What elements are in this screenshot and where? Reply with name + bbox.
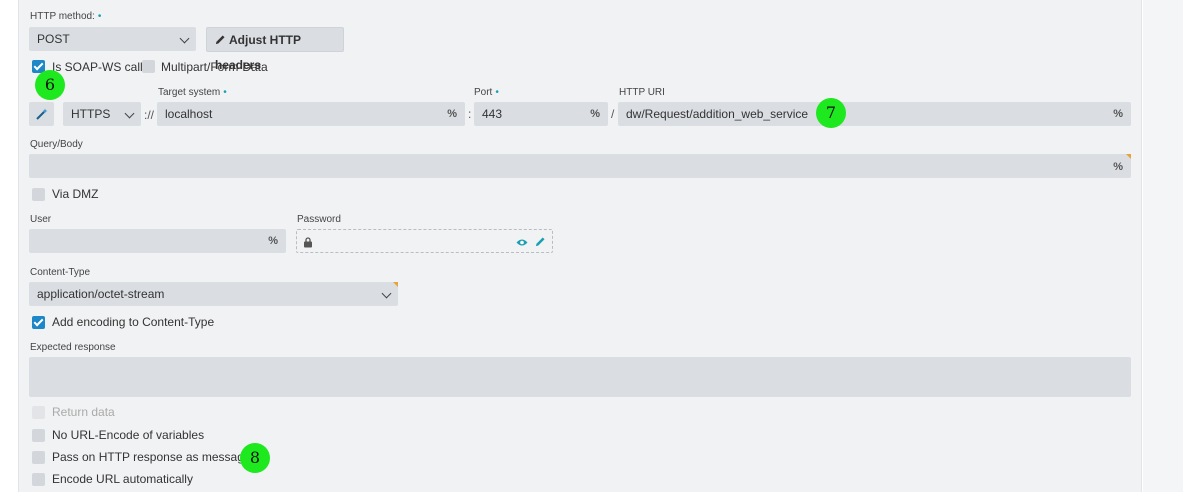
no-url-encode-label: No URL-Encode of variables xyxy=(52,428,205,442)
protocol-value: HTTPS xyxy=(71,107,111,121)
port-label: Port • xyxy=(474,87,499,98)
soap-ws-label: Is SOAP-WS call xyxy=(52,60,143,74)
pass-http-response-label: Pass on HTTP response as message xyxy=(52,450,251,464)
http-method-label: HTTP method: • xyxy=(30,11,101,22)
variable-icon[interactable]: % xyxy=(590,102,600,126)
chevron-down-icon xyxy=(381,288,392,299)
http-method-value: POST xyxy=(37,32,70,46)
annotation-marker-7: 7 xyxy=(816,98,846,128)
user-input[interactable]: % xyxy=(29,229,286,253)
via-dmz-checkbox[interactable] xyxy=(32,188,45,201)
password-input[interactable] xyxy=(296,229,553,253)
via-dmz-label: Via DMZ xyxy=(52,187,99,201)
multipart-label: Multipart/Form-Data xyxy=(161,60,268,74)
pass-http-response-checkbox[interactable] xyxy=(32,451,45,464)
target-system-input[interactable]: localhost % xyxy=(157,102,465,126)
chevron-down-icon xyxy=(179,33,190,44)
protocol-select[interactable]: HTTPS xyxy=(63,102,141,126)
variable-icon[interactable]: % xyxy=(1113,155,1123,179)
adjust-http-headers-button[interactable]: Adjust HTTP headers xyxy=(206,27,344,72)
expected-response-input[interactable] xyxy=(29,357,1131,397)
pencil-icon[interactable] xyxy=(535,236,546,247)
annotation-marker-6: 6 xyxy=(35,70,65,100)
query-body-label: Query/Body xyxy=(30,139,83,150)
target-system-value: localhost xyxy=(165,107,213,121)
http-uri-value: dw/Request/addition_web_service xyxy=(626,107,809,121)
chevron-down-icon xyxy=(124,108,135,119)
query-body-input[interactable]: % xyxy=(29,154,1131,178)
password-label: Password xyxy=(297,214,341,225)
port-value: 443 xyxy=(482,107,503,121)
annotation-marker-8: 8 xyxy=(240,443,270,473)
content-type-label: Content-Type xyxy=(30,267,91,278)
encode-url-checkbox[interactable] xyxy=(32,473,45,486)
modified-corner-marker xyxy=(1126,154,1131,159)
variable-icon[interactable]: % xyxy=(447,102,457,126)
multipart-checkbox[interactable] xyxy=(142,60,155,73)
right-scroll-area xyxy=(1143,0,1183,492)
pencil-icon xyxy=(215,35,225,45)
http-uri-label: HTTP URI xyxy=(619,87,665,98)
add-encoding-checkbox[interactable] xyxy=(32,316,45,329)
protocol-separator: :// xyxy=(144,108,155,122)
http-method-select[interactable]: POST xyxy=(29,27,196,51)
content-type-value: application/octet-stream xyxy=(37,287,165,301)
required-marker: • xyxy=(223,87,227,98)
lock-icon xyxy=(304,237,312,248)
variable-icon[interactable]: % xyxy=(1113,102,1123,126)
expected-response-label: Expected response xyxy=(30,342,116,353)
add-encoding-label: Add encoding to Content-Type xyxy=(52,315,215,329)
port-input[interactable]: 443 % xyxy=(474,102,608,126)
http-uri-input[interactable]: dw/Request/addition_web_service % xyxy=(618,102,1131,126)
return-data-label: Return data xyxy=(52,405,115,419)
user-label: User xyxy=(30,214,52,225)
variable-icon[interactable]: % xyxy=(268,229,278,253)
target-system-label: Target system • xyxy=(158,87,227,98)
required-marker: • xyxy=(495,87,499,98)
port-separator: : xyxy=(468,107,472,121)
modified-corner-marker xyxy=(393,282,398,287)
return-data-checkbox[interactable] xyxy=(32,406,45,419)
http-method-label-text: HTTP method: xyxy=(30,11,95,22)
target-system-label-text: Target system xyxy=(158,87,221,98)
content-type-select[interactable]: application/octet-stream xyxy=(29,282,398,306)
port-label-text: Port xyxy=(474,87,493,98)
magic-wand-icon xyxy=(36,108,48,120)
encode-url-label: Encode URL automatically xyxy=(52,472,193,486)
uri-separator: / xyxy=(611,107,615,121)
required-marker: • xyxy=(97,11,102,22)
wizard-button[interactable] xyxy=(29,102,54,126)
eye-icon[interactable] xyxy=(516,238,528,247)
no-url-encode-checkbox[interactable] xyxy=(32,429,45,442)
